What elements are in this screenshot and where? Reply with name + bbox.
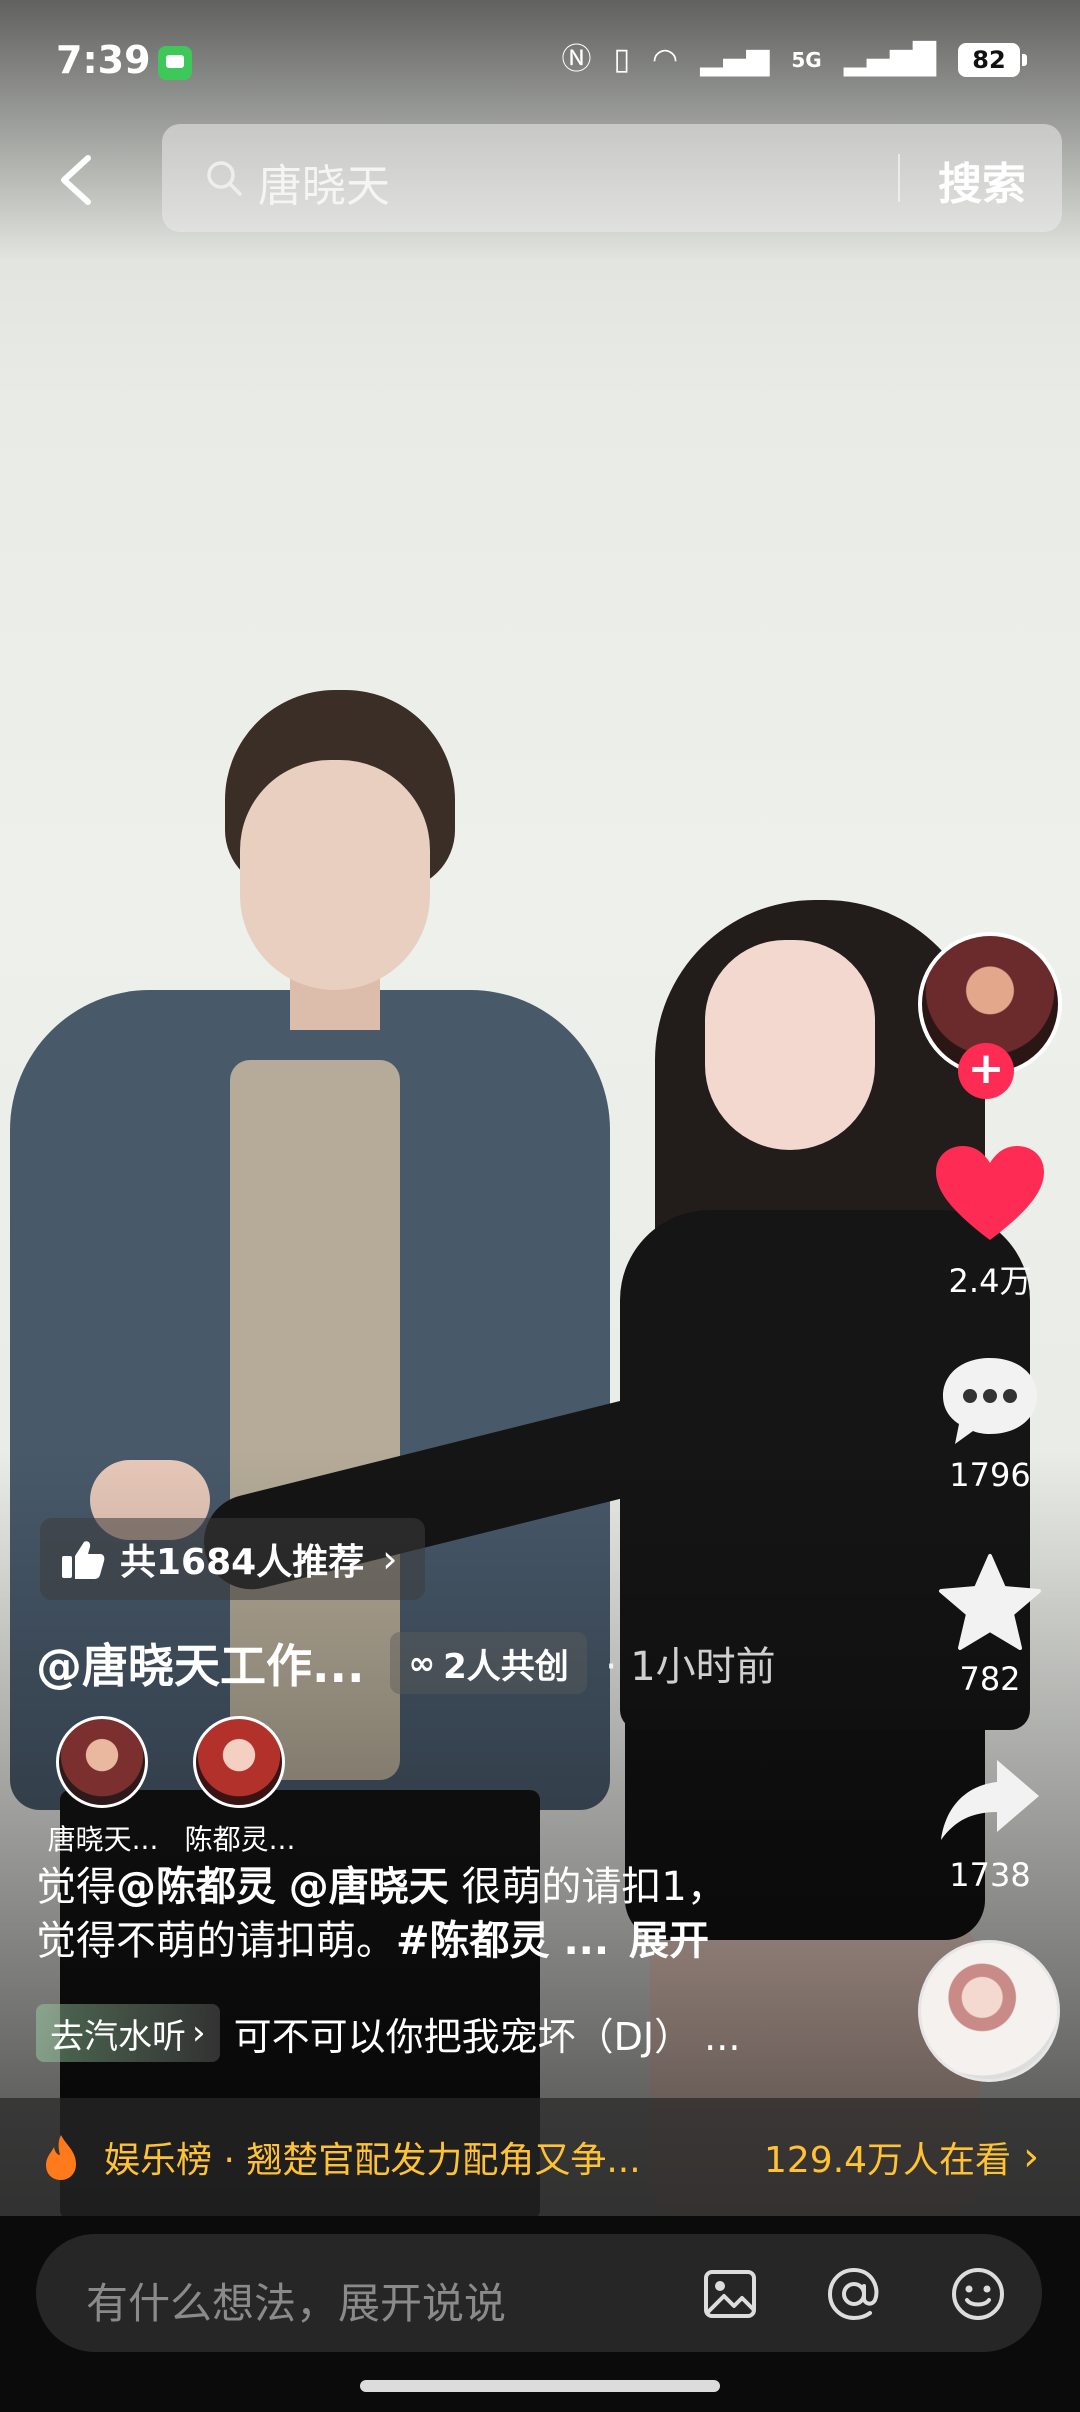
- comment-input[interactable]: 有什么想法，展开说说: [36, 2234, 1042, 2352]
- co-creator-avatar-1[interactable]: [56, 1716, 148, 1808]
- like-count: 2.4万: [948, 1262, 1032, 1300]
- post-time: · 1小时前: [604, 1644, 776, 1690]
- share-count: 1738: [949, 1856, 1031, 1894]
- battery-icon: 82: [958, 43, 1027, 77]
- link-icon: ∞: [408, 1644, 436, 1682]
- network-type-label: 5G: [791, 48, 822, 72]
- home-indicator[interactable]: [360, 2380, 720, 2392]
- trending-title: 娱乐榜 · 翘楚官配发力配角又争...: [104, 2140, 641, 2181]
- share-button[interactable]: 1738: [920, 1750, 1060, 1894]
- author-name[interactable]: @唐晓天工作...: [36, 1630, 364, 1696]
- favorite-button[interactable]: 782: [920, 1550, 1060, 1698]
- music-row: 去汽水听 › 可不可以你把我宠坏（DJ） ...: [36, 2004, 740, 2062]
- mention-2[interactable]: @唐晓天: [289, 1864, 449, 1910]
- comment-button[interactable]: 1796: [920, 1350, 1060, 1494]
- message-notification-icon: [158, 46, 192, 80]
- co-creator-name-2: 陈都灵...: [184, 1823, 296, 1856]
- at-mention-icon[interactable]: [824, 2264, 884, 2324]
- caption-mid: 很萌的请扣1，: [448, 1864, 727, 1910]
- search-button[interactable]: 搜索: [938, 148, 1026, 212]
- man-face: [240, 760, 430, 990]
- trending-bar[interactable]: 娱乐榜 · 翘楚官配发力配角又争... 129.4万人在看 ›: [0, 2098, 1080, 2216]
- star-icon: [939, 1554, 1041, 1650]
- music-disc[interactable]: [918, 1940, 1060, 2082]
- share-arrow-icon: [941, 1760, 1039, 1840]
- listen-on-app-button[interactable]: 去汽水听 ›: [36, 2004, 220, 2062]
- watching-count: 129.4万人在看: [764, 2140, 1012, 2181]
- fire-icon: [46, 2135, 76, 2180]
- system-icons: Ⓝ ▯ ◠ ▂▄▆ 5G ▂▄▆█ 82: [561, 40, 1027, 80]
- post-caption[interactable]: 觉得@陈都灵 @唐晓天 很萌的请扣1， 觉得不萌的请扣萌。#陈都灵 ... 展开: [36, 1860, 776, 1968]
- follow-button[interactable]: +: [958, 1043, 1014, 1099]
- chevron-right-icon: ›: [192, 2013, 206, 2053]
- search-icon: [207, 161, 242, 196]
- co-creator-name-1: 唐晓天...: [47, 1823, 159, 1856]
- recommend-text: 共1684人推荐: [120, 1542, 365, 1583]
- chevron-right-icon: ›: [382, 1537, 398, 1581]
- thumbs-up-icon: [62, 1541, 105, 1579]
- expand-button[interactable]: 展开: [629, 1918, 709, 1964]
- chevron-right-icon: ›: [1023, 2134, 1040, 2180]
- woman-face: [705, 940, 875, 1150]
- like-button[interactable]: 2.4万: [920, 1140, 1060, 1302]
- caption-prefix: 觉得: [36, 1864, 116, 1910]
- search-divider: [898, 154, 900, 202]
- comment-count: 1796: [949, 1456, 1031, 1494]
- recommend-pill[interactable]: 共1684人推荐 ›: [40, 1518, 426, 1600]
- mention-1[interactable]: @陈都灵: [116, 1864, 276, 1910]
- signal-icon: ▂▄▆: [700, 42, 770, 77]
- music-tag-label: 去汽水听: [50, 2016, 186, 2057]
- search-query[interactable]: 唐晓天: [258, 150, 390, 214]
- image-icon[interactable]: [700, 2264, 760, 2324]
- bottom-comment-area: 有什么想法，展开说说: [0, 2216, 1080, 2412]
- search-bar[interactable]: 唐晓天 搜索: [162, 124, 1062, 232]
- chevron-left-icon: [61, 155, 91, 205]
- nfc-icon: Ⓝ: [561, 42, 592, 77]
- hashtag[interactable]: #陈都灵 ...: [396, 1918, 609, 1964]
- status-bar: 7:39 Ⓝ ▯ ◠ ▂▄▆ 5G ▂▄▆█ 82: [0, 0, 1080, 120]
- comment-placeholder: 有什么想法，展开说说: [86, 2279, 507, 2328]
- signal-icon-2: ▂▄▆█: [843, 42, 936, 77]
- song-title[interactable]: 可不可以你把我宠坏（DJ） ...: [234, 2006, 741, 2061]
- status-time: 7:39: [56, 38, 151, 82]
- emoji-icon[interactable]: [948, 2264, 1008, 2324]
- heart-icon: [936, 1146, 1044, 1240]
- author-row: @唐晓天工作... ∞ 2人共创 · 1小时前: [36, 1630, 776, 1696]
- co-create-badge[interactable]: ∞ 2人共创: [390, 1632, 587, 1694]
- co-create-label: 2人共创: [443, 1646, 569, 1687]
- wifi-icon: ◠: [651, 42, 679, 77]
- back-button[interactable]: [50, 150, 110, 210]
- co-creator-avatar-2[interactable]: [193, 1716, 285, 1808]
- favorite-count: 782: [959, 1660, 1021, 1698]
- caption-line-2: 觉得不萌的请扣萌。: [36, 1918, 396, 1964]
- vibrate-icon: ▯: [613, 42, 630, 77]
- comment-icon: [943, 1358, 1037, 1444]
